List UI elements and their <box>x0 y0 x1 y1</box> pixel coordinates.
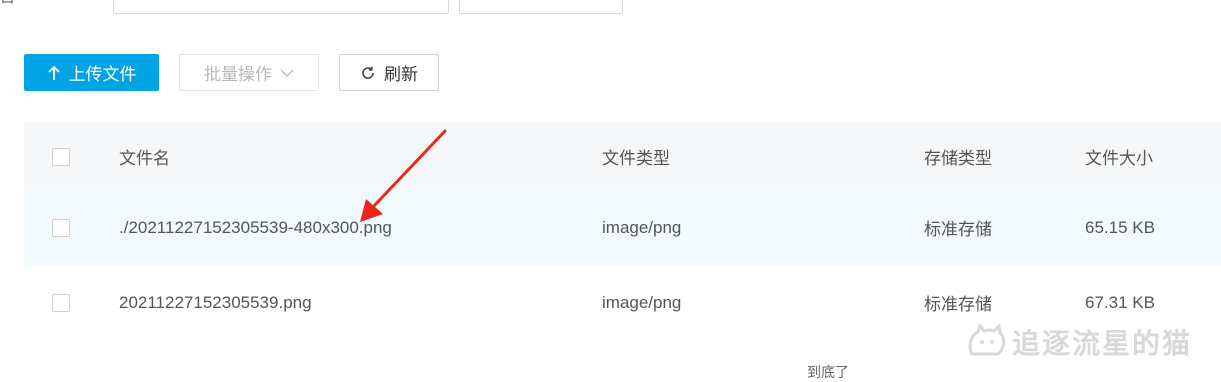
file-name-cell[interactable]: 20211227152305539.png <box>119 265 312 340</box>
column-header-name[interactable]: 文件名 <box>119 123 170 190</box>
filter-label: 目 <box>0 0 15 7</box>
row-checkbox[interactable] <box>52 218 70 237</box>
row-checkbox[interactable] <box>52 293 70 312</box>
search-button[interactable] <box>459 0 623 14</box>
refresh-icon <box>360 65 376 81</box>
table-header: 文件名 文件类型 存储类型 文件大小 <box>24 123 1221 190</box>
file-type-cell: image/png <box>602 217 682 237</box>
cat-logo-icon <box>966 324 1006 360</box>
column-header-type[interactable]: 文件类型 <box>602 123 670 190</box>
table-row[interactable]: ./20211227152305539-480x300.png image/pn… <box>24 190 1221 265</box>
select-all-checkbox[interactable] <box>52 147 70 166</box>
column-header-size[interactable]: 文件大小 <box>1085 123 1153 190</box>
chevron-down-icon <box>280 68 294 78</box>
refresh-button[interactable]: 刷新 <box>339 54 439 91</box>
watermark-text: 追逐流星的猫 <box>1012 328 1193 359</box>
storage-type-cell: 标准存储 <box>924 220 992 239</box>
arrow-up-icon <box>47 65 61 81</box>
batch-operation-button[interactable]: 批量操作 <box>179 54 319 91</box>
column-header-storage[interactable]: 存储类型 <box>924 123 992 190</box>
watermark: 追逐流星的猫 <box>966 322 1192 362</box>
upload-file-label: 上传文件 <box>68 65 137 84</box>
file-table: 文件名 文件类型 存储类型 文件大小 ./20211227152305539-4… <box>24 123 1221 340</box>
end-of-list-text: 到底了 <box>807 364 849 380</box>
search-input[interactable] <box>113 0 449 14</box>
upload-file-button[interactable]: 上传文件 <box>24 54 159 91</box>
file-name-cell[interactable]: ./20211227152305539-480x300.png <box>119 190 392 265</box>
batch-operation-label: 批量操作 <box>204 65 272 84</box>
file-type-cell: image/png <box>602 292 682 312</box>
refresh-label: 刷新 <box>384 65 418 84</box>
file-size-cell: 65.15 KB <box>1085 217 1155 237</box>
